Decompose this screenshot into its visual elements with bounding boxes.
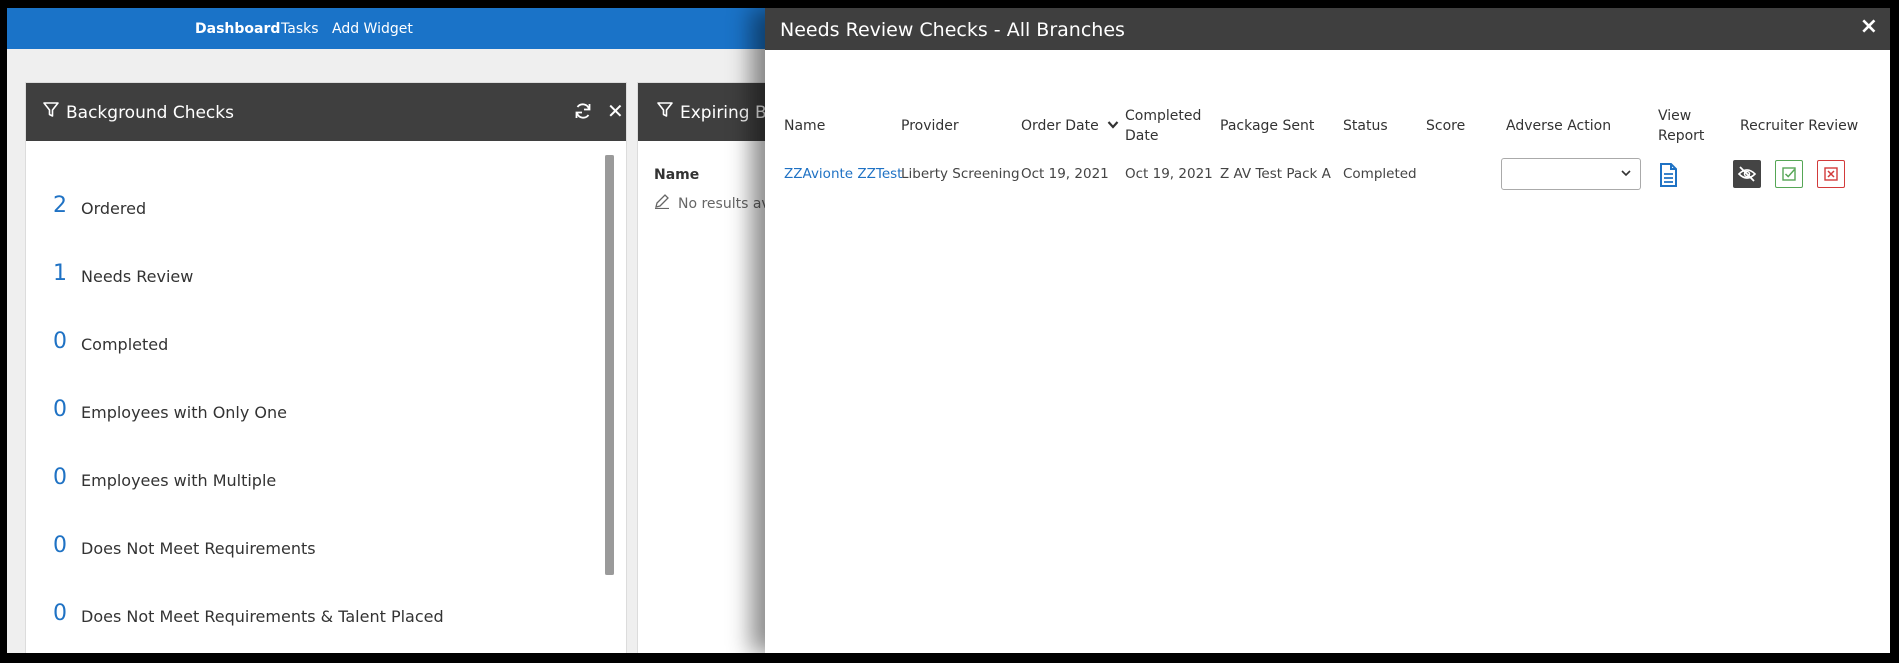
column-header-score[interactable]: Score [1426, 116, 1465, 136]
panel-header: Needs Review Checks - All Branches × [765, 8, 1890, 50]
nav-add-widget-link[interactable]: Add Widget [332, 21, 413, 37]
column-header-completed-date[interactable]: Completed Date [1125, 106, 1201, 146]
stat-label: Completed [81, 335, 169, 354]
panel-title: Needs Review Checks - All Branches [780, 19, 1125, 41]
stat-label: Needs Review [81, 267, 194, 286]
close-icon[interactable]: × [1860, 14, 1878, 39]
column-header-view-line1: View [1658, 108, 1692, 124]
stat-count[interactable]: 2 [53, 193, 67, 218]
filter-icon[interactable] [656, 101, 674, 119]
stat-label: Ordered [81, 199, 147, 218]
column-header-order-date-label: Order Date [1021, 118, 1099, 134]
column-header-completed-line1: Completed [1125, 108, 1202, 124]
close-icon[interactable]: ✕ [607, 99, 624, 123]
eye-slash-icon [1737, 166, 1757, 182]
stat-count[interactable]: 0 [53, 329, 67, 354]
check-square-icon [1782, 167, 1796, 181]
needs-review-panel: Needs Review Checks - All Branches × Nam… [765, 8, 1890, 653]
x-square-icon [1824, 167, 1838, 181]
scrollbar-thumb[interactable] [605, 155, 614, 575]
background-checks-widget: Background Checks ✕ 2 Ordered 1 Needs Re… [25, 82, 627, 653]
app-window: Dashboard Tasks Add Widget Background Ch… [7, 8, 1890, 653]
stat-label: Employees with Only One [81, 403, 288, 422]
column-header-view-line2: Report [1658, 128, 1705, 144]
scrollbar[interactable] [605, 155, 614, 575]
stat-label: Does Not Meet Requirements & Talent Plac… [81, 607, 444, 626]
stat-count[interactable]: 0 [53, 533, 67, 558]
cell-completed-date: Oct 19, 2021 [1125, 166, 1213, 182]
column-header-adverse-action[interactable]: Adverse Action [1506, 116, 1611, 136]
approve-button[interactable] [1775, 160, 1803, 188]
cell-package-sent: Z AV Test Pack A [1220, 166, 1331, 182]
cell-order-date: Oct 19, 2021 [1021, 166, 1109, 182]
reject-button[interactable] [1817, 160, 1845, 188]
column-header-recruiter-review[interactable]: Recruiter Review [1740, 116, 1858, 136]
column-header-name[interactable]: Name [654, 167, 699, 183]
sort-descending-icon[interactable] [1107, 120, 1119, 130]
cell-status: Completed [1343, 166, 1417, 182]
adverse-action-select[interactable] [1501, 158, 1641, 190]
cell-provider: Liberty Screening [901, 166, 1020, 182]
stat-count[interactable]: 1 [53, 261, 67, 286]
stat-label: Does Not Meet Requirements [81, 539, 316, 558]
pencil-icon [655, 194, 669, 209]
stat-count[interactable]: 0 [53, 465, 67, 490]
candidate-name-link[interactable]: ZZAvionte ZZTest [784, 166, 902, 182]
hide-button[interactable] [1733, 160, 1761, 188]
column-header-name[interactable]: Name [784, 116, 825, 136]
widget-title: Background Checks [66, 103, 234, 123]
document-icon[interactable] [1659, 163, 1677, 187]
stat-count[interactable]: 0 [53, 397, 67, 422]
no-results-text: No results ava [678, 196, 779, 212]
chevron-down-icon [1621, 170, 1631, 177]
column-header-completed-line2: Date [1125, 128, 1159, 144]
nav-tasks-link[interactable]: Tasks [281, 21, 319, 37]
filter-icon[interactable] [42, 101, 60, 119]
nav-dashboard-link[interactable]: Dashboard [195, 21, 280, 37]
widget-header: Background Checks ✕ [26, 83, 626, 141]
refresh-icon[interactable] [573, 101, 593, 121]
column-header-view-report[interactable]: View Report [1658, 106, 1704, 146]
stat-label: Employees with Multiple [81, 471, 277, 490]
column-header-order-date[interactable]: Order Date [1021, 116, 1119, 136]
column-header-provider[interactable]: Provider [901, 116, 959, 136]
column-header-package-sent[interactable]: Package Sent [1220, 116, 1314, 136]
stat-count[interactable]: 0 [53, 601, 67, 626]
column-header-status[interactable]: Status [1343, 116, 1388, 136]
